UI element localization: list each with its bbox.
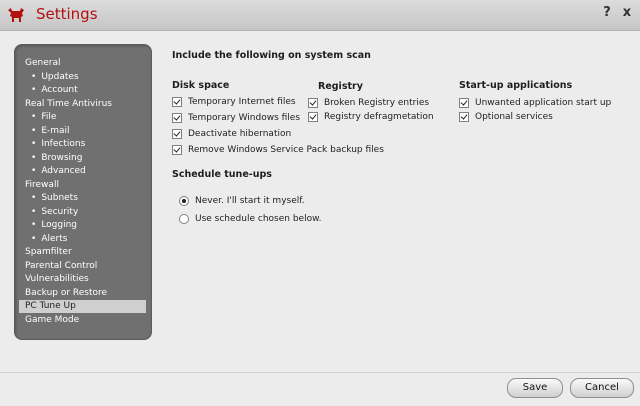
sidebar-item-account[interactable]: Account	[19, 84, 146, 97]
sidebar-item-vulnerabilities[interactable]: Vulnerabilities	[19, 273, 146, 286]
sidebar-item-advanced[interactable]: Advanced	[19, 165, 146, 178]
bull-logo-icon	[8, 8, 24, 22]
optional-services-checkbox[interactable]: Optional services	[459, 110, 553, 123]
sidebar-item-spamfilter[interactable]: Spamfilter	[19, 246, 146, 259]
sidebar-item-infections[interactable]: Infections	[19, 138, 146, 151]
sidebar-item-pc-tune-up[interactable]: PC Tune Up	[19, 300, 146, 313]
sidebar-item-alerts[interactable]: Alerts	[19, 233, 146, 246]
checkbox-icon[interactable]	[172, 96, 182, 107]
sidebar-item-updates[interactable]: Updates	[19, 71, 146, 84]
broken-registry-checkbox[interactable]: Broken Registry entries	[308, 96, 429, 109]
checkbox-icon[interactable]	[459, 97, 469, 108]
window-title: Settings	[36, 5, 98, 23]
save-button[interactable]: Save	[507, 378, 563, 398]
checkbox-icon[interactable]	[308, 97, 318, 108]
settings-sidebar: General Updates Account Real Time Antivi…	[14, 44, 152, 340]
temp-internet-files-checkbox[interactable]: Temporary Internet files	[172, 95, 296, 108]
checkbox-icon[interactable]	[459, 111, 469, 122]
checkbox-icon[interactable]	[308, 111, 318, 122]
sidebar-item-real-time-antivirus[interactable]: Real Time Antivirus	[19, 98, 146, 111]
settings-content: Include the following on system scan Dis…	[160, 40, 630, 370]
close-icon[interactable]: x	[620, 5, 634, 20]
unwanted-startup-checkbox[interactable]: Unwanted application start up	[459, 96, 611, 109]
use-schedule-radio[interactable]: Use schedule chosen below.	[179, 212, 321, 225]
sidebar-item-file[interactable]: File	[19, 111, 146, 124]
startup-apps-heading: Start-up applications	[459, 80, 573, 91]
sidebar-item-firewall[interactable]: Firewall	[19, 179, 146, 192]
registry-defrag-checkbox[interactable]: Registry defragmetation	[308, 110, 434, 123]
sidebar-item-backup-restore[interactable]: Backup or Restore	[19, 287, 146, 300]
remove-sp-backup-checkbox[interactable]: Remove Windows Service Pack backup files	[172, 143, 384, 156]
cancel-button[interactable]: Cancel	[570, 378, 634, 398]
registry-heading: Registry	[318, 81, 363, 92]
title-bar: Settings ? x	[0, 0, 640, 31]
checkbox-icon[interactable]	[172, 128, 182, 139]
radio-icon[interactable]	[179, 213, 189, 224]
radio-icon[interactable]	[179, 195, 189, 206]
never-schedule-radio[interactable]: Never. I'll start it myself.	[179, 194, 305, 207]
sidebar-item-email[interactable]: E-mail	[19, 125, 146, 138]
sidebar-item-game-mode[interactable]: Game Mode	[19, 314, 146, 327]
sidebar-item-logging[interactable]: Logging	[19, 219, 146, 232]
checkbox-icon[interactable]	[172, 144, 182, 155]
sidebar-item-security[interactable]: Security	[19, 206, 146, 219]
temp-windows-files-checkbox[interactable]: Temporary Windows files	[172, 111, 300, 124]
help-icon[interactable]: ?	[600, 5, 614, 20]
sidebar-item-general[interactable]: General	[19, 57, 146, 70]
footer-divider	[0, 372, 640, 373]
sidebar-item-parental-control[interactable]: Parental Control	[19, 260, 146, 273]
sidebar-item-subnets[interactable]: Subnets	[19, 192, 146, 205]
sidebar-item-browsing[interactable]: Browsing	[19, 152, 146, 165]
schedule-heading: Schedule tune-ups	[172, 169, 272, 180]
disk-space-heading: Disk space	[172, 80, 230, 91]
deactivate-hibernation-checkbox[interactable]: Deactivate hibernation	[172, 127, 291, 140]
checkbox-icon[interactable]	[172, 112, 182, 123]
scan-heading: Include the following on system scan	[172, 50, 371, 61]
